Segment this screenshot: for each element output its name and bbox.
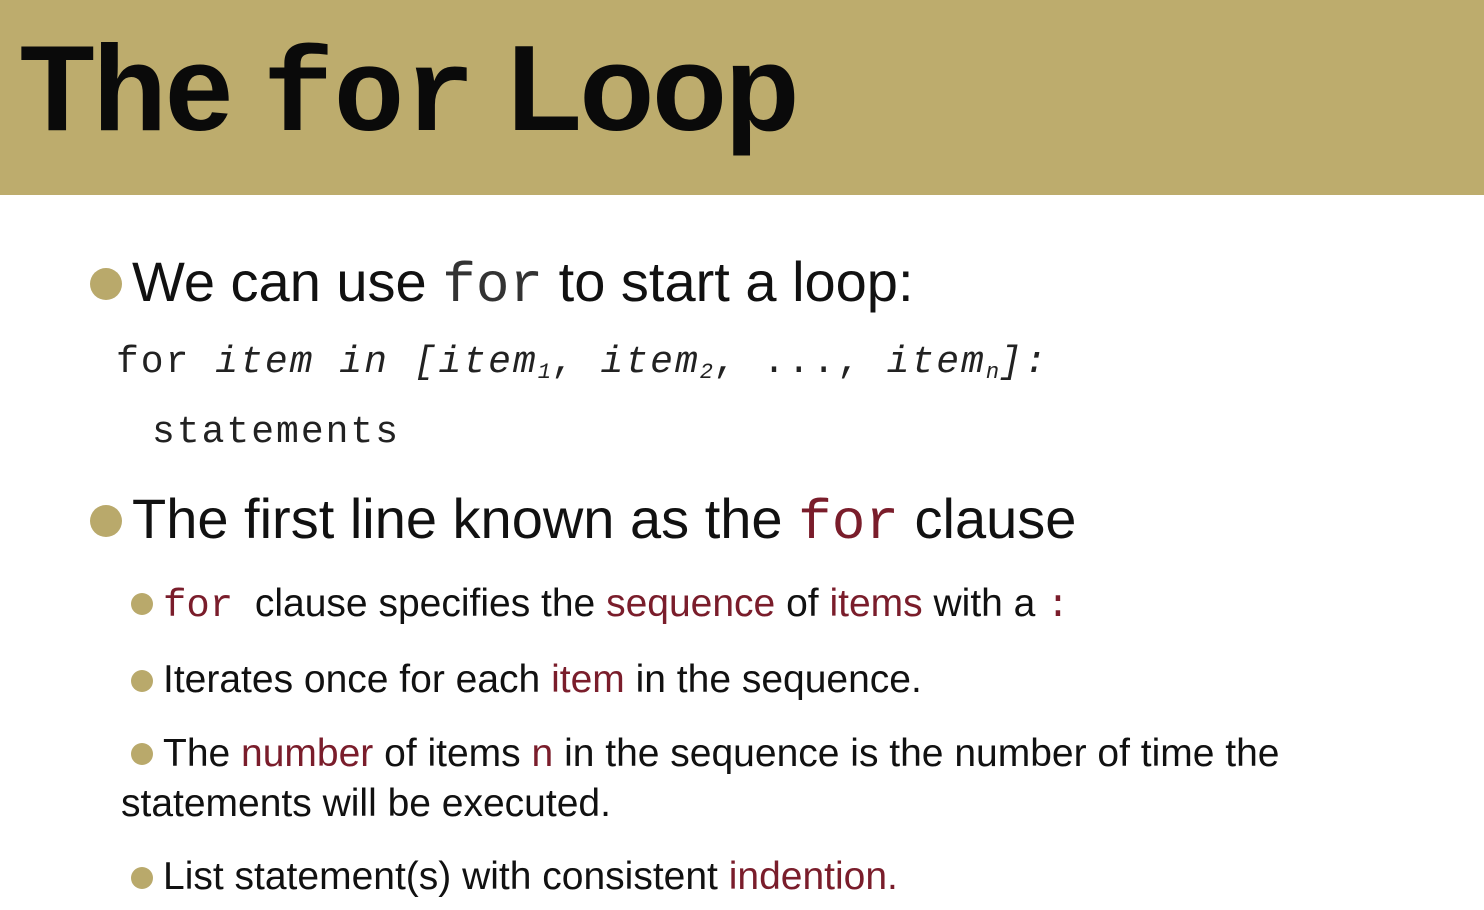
sub-bullet-1-colon: : xyxy=(1046,584,1070,628)
sub-bullet-3-highlight-number: number xyxy=(241,732,374,775)
sub-bullet-4-text-1: List statement(s) with consistent xyxy=(163,855,718,898)
sub-bullet-3-text-1: The xyxy=(163,732,231,775)
code-subn: n xyxy=(985,360,1000,385)
bullet-1: We can use for to start a loop: xyxy=(132,250,914,318)
sub-bullet-3-text-2: of items xyxy=(384,732,521,775)
sub-bullet-3-text-3: in the sequence is the number of time th… xyxy=(564,732,1280,775)
bullet-2-text-pre: The first line known as the xyxy=(132,487,783,550)
title-code-for: for xyxy=(262,33,476,166)
sub-bullet-2-text-2: in the sequence. xyxy=(635,658,922,701)
sub-bullet-1-highlight-items: items xyxy=(829,582,923,625)
code-line-for-clause: for item in [item1, item2, ..., itemn]: xyxy=(116,340,1049,396)
title-word-loop: Loop xyxy=(507,20,799,156)
sub-bullet-3-line-2: statements will be executed. xyxy=(121,782,611,825)
title-word-the: The xyxy=(20,20,233,156)
sub-bullet-1-code: for xyxy=(163,584,234,628)
bullet-dot-1 xyxy=(90,268,122,300)
code-item1: item xyxy=(438,341,538,384)
sub-bullet-2-highlight-item: item xyxy=(551,658,625,701)
bullet-1-text-pre: We can use xyxy=(132,250,427,313)
sub-bullet-4-highlight-indention: indention. xyxy=(728,855,898,898)
bullet-2-code: for xyxy=(798,491,899,555)
sub-bullet-1-text-1: clause specifies the xyxy=(254,582,596,625)
code-sub1: 1 xyxy=(537,360,551,385)
slide-title: The for Loop xyxy=(20,18,799,170)
code-item2: item xyxy=(600,341,700,384)
sub-bullet-dot-4 xyxy=(131,867,153,889)
sub-bullet-1-text-3: with a xyxy=(933,582,1036,625)
bullet-2-text-post: clause xyxy=(914,487,1077,550)
sub-bullet-1-text-2: of xyxy=(786,582,819,625)
sub-bullet-dot-1 xyxy=(131,593,153,615)
code-sub2: 2 xyxy=(699,360,713,385)
slide: The for Loop We can use for to start a l… xyxy=(0,0,1484,910)
bullet-dot-2 xyxy=(90,505,122,537)
code-sep1: , xyxy=(550,341,576,384)
sub-bullet-1: for clause specifies the sequence of ite… xyxy=(163,580,1070,630)
code-item-var: item xyxy=(215,341,315,384)
sub-bullet-4: List statement(s) with consistent indent… xyxy=(163,853,898,901)
sub-bullet-2-text-1: Iterates once for each xyxy=(163,658,541,701)
code-kw-for: for xyxy=(116,341,191,384)
sub-bullet-dot-3 xyxy=(131,743,153,765)
sub-bullet-2: Iterates once for each item in the seque… xyxy=(163,656,922,704)
sub-bullet-dot-2 xyxy=(131,670,153,692)
sub-bullet-3-line-1: The number of items n in the sequence is… xyxy=(163,730,1280,778)
bullet-1-code: for xyxy=(442,254,544,318)
code-sep2: , xyxy=(712,341,738,384)
code-close-bracket: ]: xyxy=(999,341,1049,384)
sub-bullet-1-highlight-sequence: sequence xyxy=(606,582,776,625)
code-open-bracket: [ xyxy=(413,341,439,384)
code-kw-in: in xyxy=(339,341,389,384)
code-itemn: item xyxy=(886,341,986,384)
code-ellipsis: ..., xyxy=(762,341,862,384)
title-bar: The for Loop xyxy=(0,0,1484,195)
bullet-2: The first line known as the for clause xyxy=(132,487,1076,555)
code-line-statements: statements xyxy=(152,411,401,454)
bullet-1-text-post: to start a loop: xyxy=(558,250,914,313)
sub-bullet-3-highlight-n: n xyxy=(531,732,554,775)
